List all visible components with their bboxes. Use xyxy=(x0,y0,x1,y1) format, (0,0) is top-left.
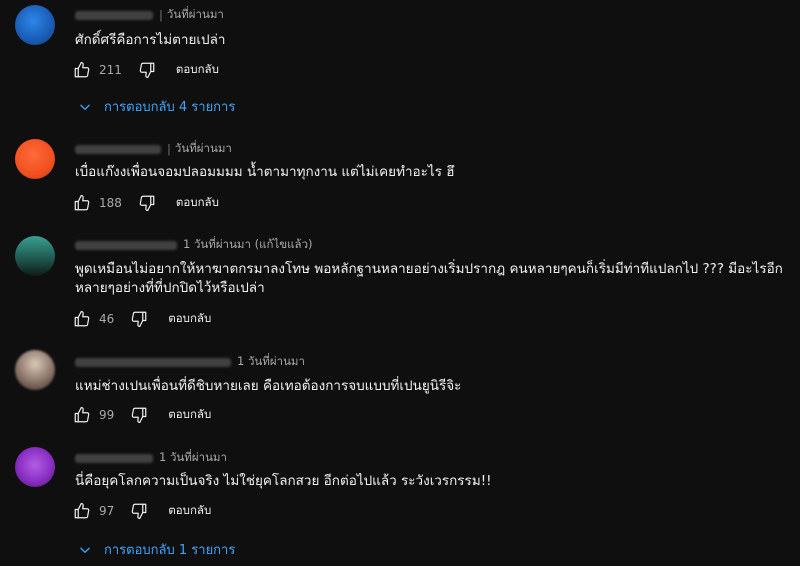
thumbs-down-icon xyxy=(131,407,147,424)
comment-actions: 188 ตอบกลับ xyxy=(71,192,219,214)
thumbs-up-icon xyxy=(74,194,90,211)
like-count: 97 xyxy=(99,504,115,518)
chevron-down-icon xyxy=(80,547,90,553)
avatar[interactable] xyxy=(15,139,55,179)
like-button[interactable] xyxy=(71,500,93,522)
thumbs-down-icon xyxy=(131,311,147,328)
comment-time[interactable]: วันที่ผ่านมา xyxy=(167,6,224,24)
comment-text: เบื่อแก๊งงเพื่อนจอมปลอมมมม น้ำตามาทุกงาน… xyxy=(75,164,455,180)
thumbs-up-icon xyxy=(74,310,90,327)
comment-text: นี่คือยุคโลกความเป็นจริง ไม่ใช่ยุคโลกสวย… xyxy=(75,473,492,489)
author-line: 1 วันที่ผ่านมา xyxy=(75,353,305,371)
comment-actions: 46 ตอบกลับ xyxy=(71,308,211,330)
like-button[interactable] xyxy=(71,308,93,330)
avatar[interactable] xyxy=(15,5,55,45)
view-replies-label: การตอบกลับ 4 รายการ xyxy=(104,100,236,115)
dislike-button[interactable] xyxy=(136,192,158,214)
thumbs-up-icon xyxy=(74,406,90,423)
like-count: 46 xyxy=(99,312,115,326)
comment-actions: 99 ตอบกลับ xyxy=(71,404,211,426)
thumbs-down-icon xyxy=(139,62,155,79)
view-replies-button[interactable]: การตอบกลับ 4 รายการ xyxy=(78,96,235,117)
author-line: | วันที่ผ่านมา xyxy=(75,140,232,158)
view-replies-button[interactable]: การตอบกลับ 1 รายการ xyxy=(78,539,235,560)
comment-time[interactable]: วันที่ผ่านมา xyxy=(175,140,232,158)
avatar[interactable] xyxy=(15,447,55,487)
author-name[interactable] xyxy=(75,10,153,20)
comment-time[interactable]: 1 วันที่ผ่านมา (แก้ไขแล้ว) xyxy=(183,236,313,254)
comment-time[interactable]: 1 วันที่ผ่านมา xyxy=(237,353,305,371)
dislike-button[interactable] xyxy=(128,500,150,522)
author-name[interactable] xyxy=(75,144,161,154)
author-name[interactable] xyxy=(75,357,231,367)
thumbs-up-icon xyxy=(74,502,90,519)
like-button[interactable] xyxy=(71,59,93,81)
like-count: 211 xyxy=(99,63,122,77)
reply-button[interactable]: ตอบกลับ xyxy=(176,194,219,212)
like-button[interactable] xyxy=(71,404,93,426)
comment-actions: 97 ตอบกลับ xyxy=(71,500,211,522)
reply-button[interactable]: ตอบกลับ xyxy=(168,502,211,520)
author-name[interactable] xyxy=(75,453,153,463)
comment-time[interactable]: 1 วันที่ผ่านมา xyxy=(159,449,227,467)
chevron-down-icon xyxy=(80,104,90,110)
comment-text: แหม่ช่างเปนเพื่อนที่ดีชิบหายเลย คือเทอต้… xyxy=(75,378,462,394)
avatar[interactable] xyxy=(15,236,55,276)
author-line: 1 วันที่ผ่านมา (แก้ไขแล้ว) xyxy=(75,236,313,254)
author-name[interactable] xyxy=(75,240,177,250)
like-count: 188 xyxy=(99,196,122,210)
dislike-button[interactable] xyxy=(128,404,150,426)
like-button[interactable] xyxy=(71,192,93,214)
dislike-button[interactable] xyxy=(128,308,150,330)
reply-button[interactable]: ตอบกลับ xyxy=(168,406,211,424)
thumbs-down-icon xyxy=(131,503,147,520)
comment-text: พูดเหมือนไม่อยากให้หาฆาตกรมาลงโทษ พอหลัก… xyxy=(75,261,783,296)
comment-text: ศักดิ์ศรีคือการไม่ตายเปล่า xyxy=(75,32,226,48)
author-line: 1 วันที่ผ่านมา xyxy=(75,449,227,467)
like-count: 99 xyxy=(99,408,115,422)
thumbs-down-icon xyxy=(139,195,155,212)
author-line: | วันที่ผ่านมา xyxy=(75,6,224,24)
view-replies-label: การตอบกลับ 1 รายการ xyxy=(104,543,236,558)
dislike-button[interactable] xyxy=(136,59,158,81)
thumbs-up-icon xyxy=(74,61,90,78)
avatar[interactable] xyxy=(15,350,55,390)
reply-button[interactable]: ตอบกลับ xyxy=(168,310,211,328)
reply-button[interactable]: ตอบกลับ xyxy=(176,61,219,79)
comment-actions: 211 ตอบกลับ xyxy=(71,59,219,81)
